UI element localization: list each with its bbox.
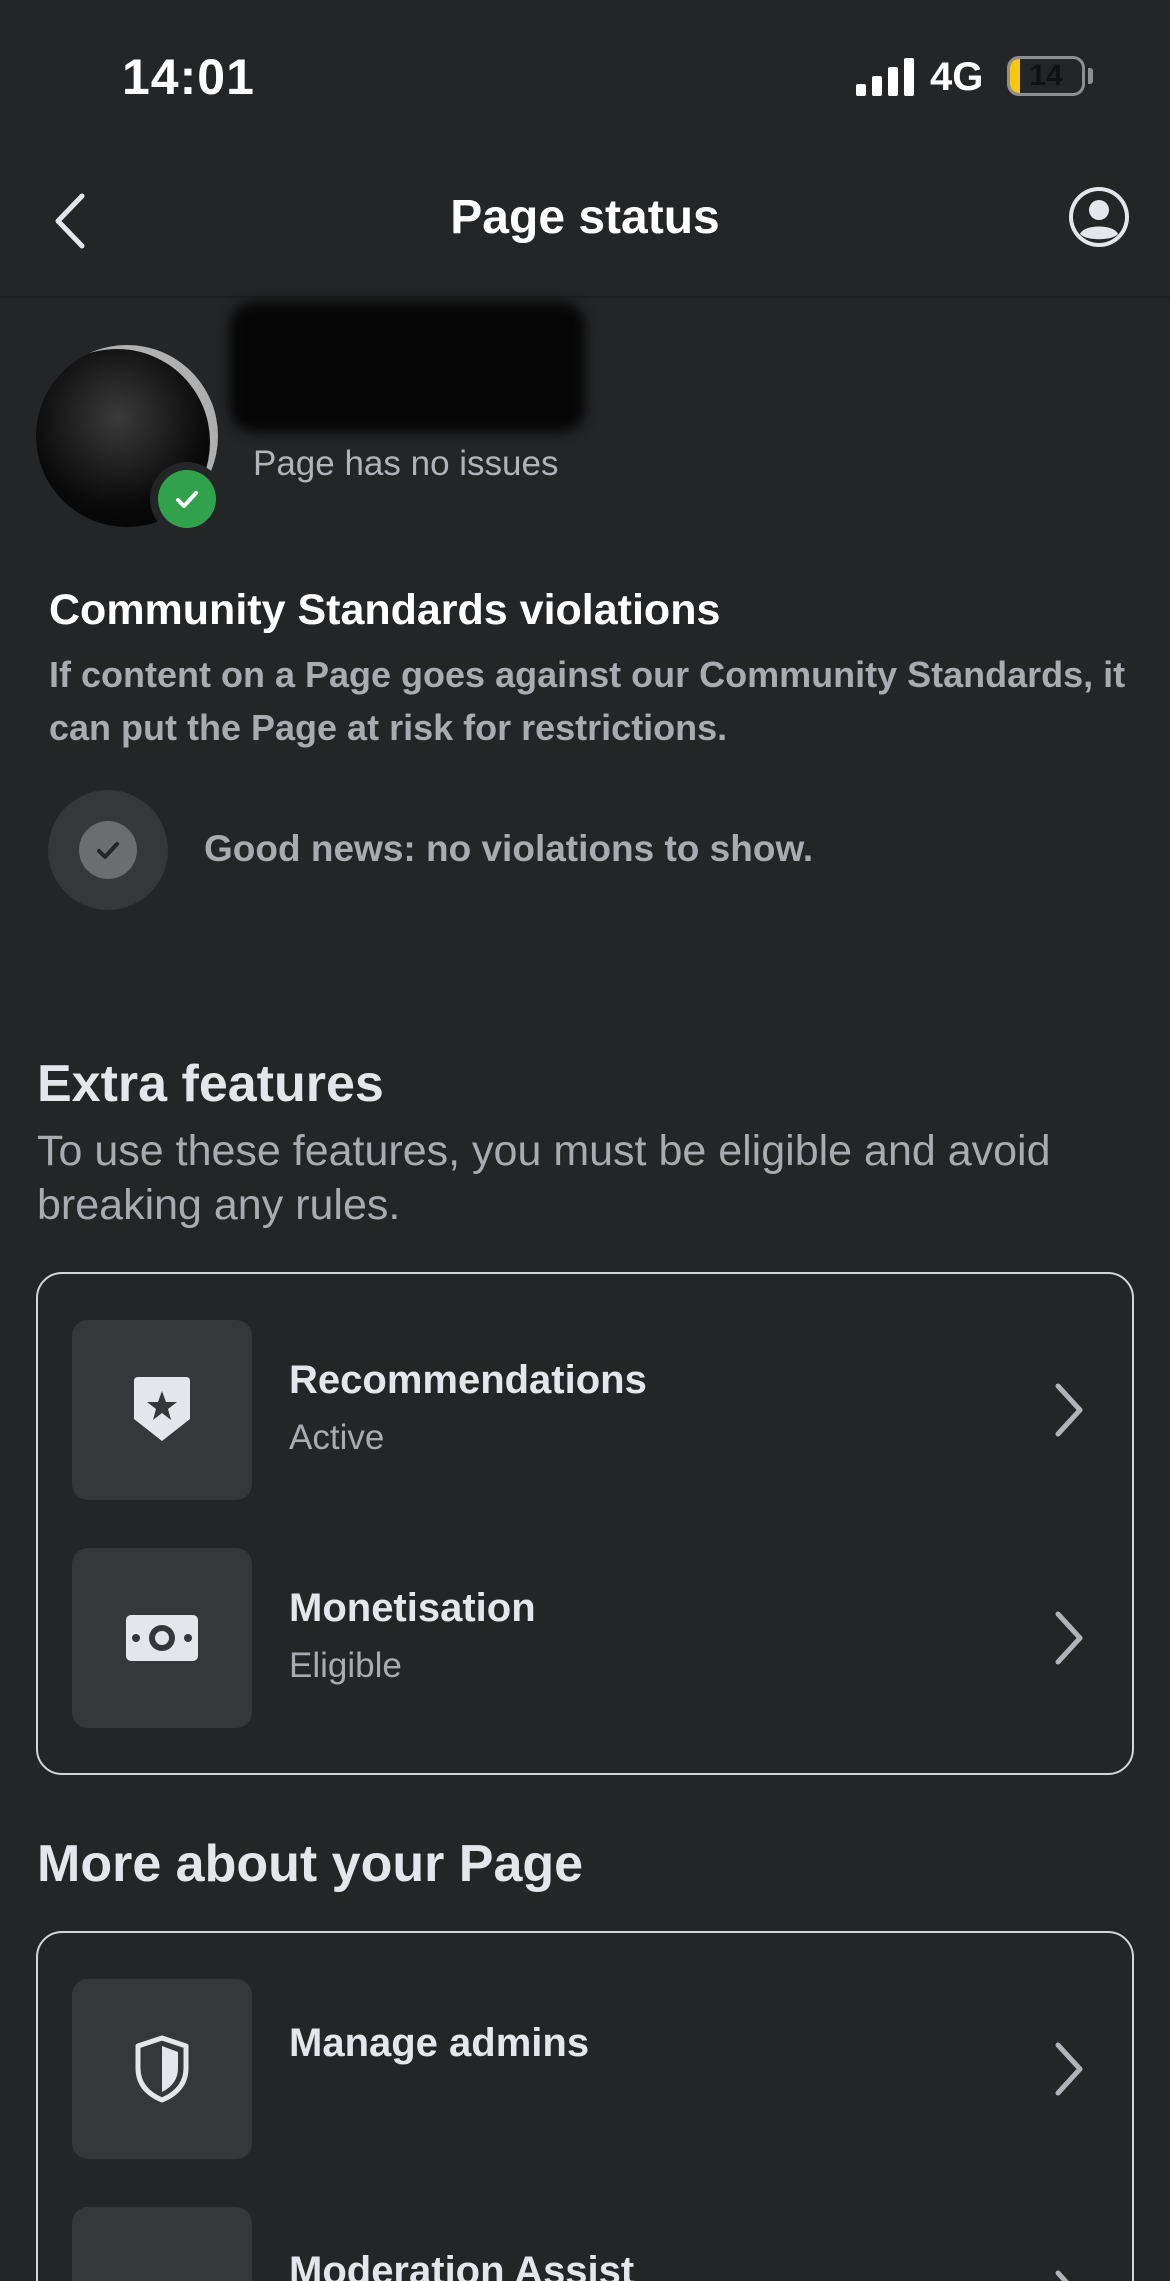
badge-star-icon: [72, 1320, 252, 1500]
more-row-moderation-assist[interactable]: Moderation Assist: [38, 2207, 1132, 2281]
cellular-signal-icon: [856, 58, 914, 96]
feature-status: Eligible: [289, 1646, 402, 1685]
feature-status: Active: [289, 1418, 385, 1457]
person-circle-icon: [1069, 187, 1129, 247]
feature-label: Monetisation: [289, 1586, 536, 1630]
extra-features-title: Extra features: [37, 1055, 384, 1113]
chevron-right-icon: [1055, 2270, 1069, 2281]
chevron-right-icon: [1055, 1611, 1083, 1665]
battery-icon: 14: [1007, 56, 1085, 96]
page-title: Page status: [450, 191, 720, 244]
feature-row-monetisation[interactable]: Monetisation Eligible: [38, 1548, 1132, 1728]
extra-features-card: Recommendations Active Monetisation Elig…: [36, 1272, 1134, 1775]
network-type: 4G: [930, 55, 984, 99]
no-violations-message: Good news: no violations to show.: [204, 828, 814, 869]
nav-bar: Page status: [0, 150, 1170, 298]
status-bar: 14:01 4G 14: [0, 0, 1170, 150]
more-item-label: Manage admins: [289, 2021, 590, 2065]
feature-label: Recommendations: [289, 1358, 647, 1402]
chevron-right-icon: [1055, 2042, 1083, 2096]
redacted-page-name: [230, 302, 585, 432]
more-about-card: Manage admins Moderation Assist: [36, 1931, 1134, 2281]
chevron-right-icon: [1055, 1383, 1083, 1437]
status-badge: [150, 462, 224, 536]
page-status-screen: 14:01 4G 14 Page status Page has no issu…: [0, 0, 1170, 2281]
page-status-text: Page has no issues: [253, 444, 559, 483]
profile-button[interactable]: [1066, 184, 1132, 250]
community-standards-title: Community Standards violations: [49, 586, 721, 634]
more-row-manage-admins[interactable]: Manage admins: [38, 1979, 1132, 2159]
check-circle-icon: [158, 470, 216, 528]
more-about-title: More about your Page: [37, 1835, 584, 1893]
no-violations-icon: [48, 790, 168, 910]
check-icon: [79, 821, 137, 879]
more-item-label: Moderation Assist: [289, 2249, 635, 2281]
battery-cap: [1088, 68, 1093, 84]
battery-percent: 14: [1029, 59, 1063, 92]
feature-row-recommendations[interactable]: Recommendations Active: [38, 1320, 1132, 1500]
infinity-icon: [72, 2207, 252, 2281]
banknote-icon: [72, 1548, 252, 1728]
community-standards-description: If content on a Page goes against our Co…: [49, 654, 1126, 748]
extra-features-description: To use these features, you must be eligi…: [37, 1127, 1051, 1229]
shield-icon: [72, 1979, 252, 2159]
status-time: 14:01: [122, 49, 255, 105]
